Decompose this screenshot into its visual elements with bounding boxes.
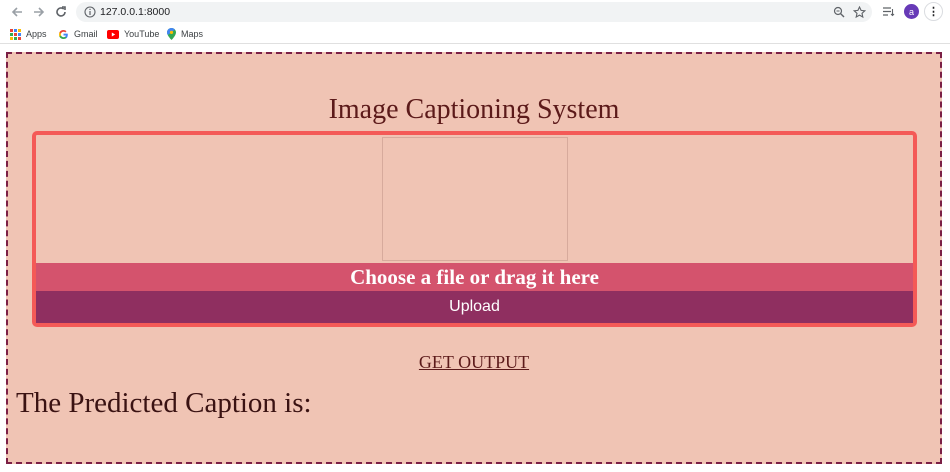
bookmark-label: Apps: [26, 29, 47, 39]
page-title: Image Captioning System: [328, 94, 620, 125]
maps-pin-icon: [167, 28, 176, 40]
upload-dropzone[interactable]: Choose a file or drag it here Upload: [32, 131, 917, 327]
apps-grid-icon: [10, 28, 21, 40]
address-bar[interactable]: 127.0.0.1:8000: [76, 2, 872, 22]
file-dropzone-label[interactable]: Choose a file or drag it here: [36, 263, 913, 291]
bookmark-star-icon[interactable]: [852, 5, 866, 19]
zoom-icon[interactable]: [832, 5, 846, 19]
bookmark-label: YouTube: [124, 29, 160, 39]
bookmark-maps[interactable]: Maps: [167, 27, 203, 41]
youtube-icon: [107, 29, 119, 39]
reading-list-icon[interactable]: [880, 3, 896, 21]
google-icon: [58, 29, 69, 40]
browser-toolbar: 127.0.0.1:8000 a ⋮: [0, 0, 950, 24]
bookmark-gmail[interactable]: Gmail: [58, 27, 98, 41]
bookmark-youtube[interactable]: YouTube: [107, 27, 159, 41]
predicted-caption-label: The Predicted Caption is:: [16, 387, 312, 419]
page-viewport: Image Captioning System Choose a file or…: [0, 44, 950, 472]
profile-avatar[interactable]: a: [904, 4, 919, 19]
bookmarks-bar: Apps Gmail YouTube Maps: [0, 24, 950, 44]
browser-menu-icon[interactable]: ⋮: [924, 2, 943, 21]
content-frame: Image Captioning System Choose a file or…: [6, 52, 942, 464]
back-arrow-icon[interactable]: [8, 3, 26, 21]
url-text[interactable]: 127.0.0.1:8000: [100, 5, 170, 19]
upload-button[interactable]: Upload: [36, 291, 913, 323]
get-output-link[interactable]: GET OUTPUT: [8, 352, 940, 373]
reload-icon[interactable]: [52, 3, 70, 21]
info-icon[interactable]: [84, 6, 96, 18]
forward-arrow-icon[interactable]: [30, 3, 48, 21]
bookmark-apps[interactable]: Apps: [10, 27, 47, 41]
bookmark-label: Maps: [181, 29, 204, 39]
image-preview: [382, 137, 568, 261]
bookmark-label: Gmail: [74, 29, 98, 39]
